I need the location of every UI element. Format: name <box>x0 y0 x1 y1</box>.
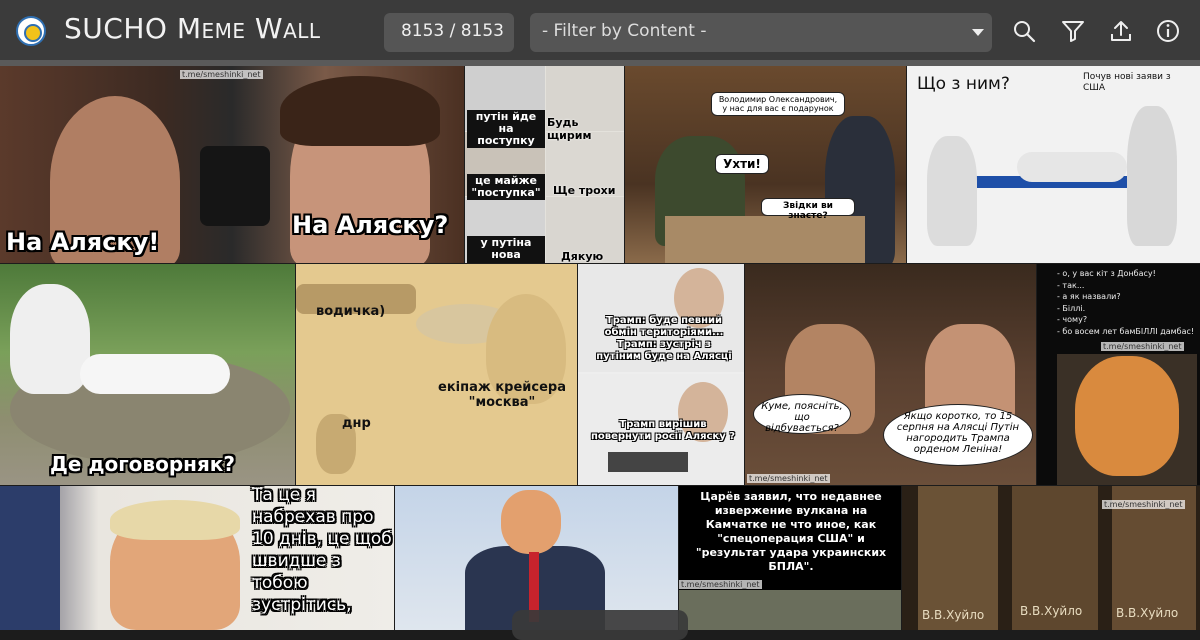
text-line: - о, у вас кіт з Донбасу! <box>1057 269 1156 278</box>
stork-adult <box>10 284 90 394</box>
meme-caption: Що з ним? <box>917 74 1010 94</box>
meme-tile-zelensky-gift[interactable]: Володимир Олександрович, у нас для вас є… <box>625 66 906 263</box>
text-line: - бо восем лет бамБІЛЛІ дамбас! <box>1057 326 1195 336</box>
flag <box>0 486 60 630</box>
speech-bubble: Володимир Олександрович, у нас для вас є… <box>711 92 845 116</box>
trump-hair <box>110 500 240 540</box>
upload-icon[interactable] <box>1108 18 1134 44</box>
speech-bubble: Ухти! <box>715 154 769 174</box>
meme-watermark: t.me/smeshinki_net <box>1102 500 1185 509</box>
meme-tile-trump-open-arms[interactable] <box>395 486 678 630</box>
text-line: - чому? <box>1057 315 1088 324</box>
meme-caption: Та це я набрехав про 10 днів, це щоб шви… <box>252 486 392 615</box>
text-line: - Біллі. <box>1057 303 1086 313</box>
carrier-right <box>1127 106 1177 246</box>
book-title: В.В.Хуйло <box>1020 604 1083 618</box>
meme-tile-cruiser-moskva[interactable]: водичка) екіпаж крейсера "москва" днр <box>296 264 577 485</box>
meme-caption: Трамп вирішив повернути росії Аляску ? <box>590 419 736 442</box>
floating-toolbar[interactable] <box>512 610 688 640</box>
meme-caption: Царёв заявил, что недавнее извержение ву… <box>695 490 887 573</box>
meme-tile-harold-trump[interactable]: Трамп: буде певний обмін територіями... … <box>578 264 744 485</box>
carrier-left <box>927 136 977 246</box>
girl-hair <box>280 76 440 146</box>
meme-tile-kamchatka[interactable]: Царёв заявил, что недавнее извержение ву… <box>679 486 901 630</box>
meme-caption: днр <box>342 416 371 431</box>
meme-watermark: t.me/smeshinki_net <box>747 474 830 483</box>
meme-caption: Де договорняк? <box>50 452 235 476</box>
meme-caption: екіпаж крейсера "москва" <box>438 380 566 410</box>
meme-caption: Будь щирим <box>547 116 592 142</box>
meme-tile-books-khuylo[interactable]: t.me/smeshinki_net В.В.Хуйло В.В.Хуйло В… <box>902 486 1200 630</box>
chevron-down-icon <box>972 29 984 36</box>
info-icon[interactable] <box>1155 18 1181 44</box>
meme-caption: На Аляску! <box>6 228 160 256</box>
speech-bubble: Якщо коротко, то 15 серпня на Алясці Пут… <box>883 404 1033 466</box>
meme-counter: 8153 / 8153 <box>384 13 514 52</box>
cat-head <box>1075 356 1179 476</box>
text-line: - а як назвали? <box>1057 292 1121 301</box>
stork-chicks <box>80 354 230 394</box>
meme-tile-leon-alaska[interactable]: t.me/smeshinki_net На Аляску! На Аляску? <box>0 66 464 263</box>
photo-strip <box>679 590 901 630</box>
sucho-logo[interactable] <box>16 16 46 46</box>
meme-watermark: t.me/smeshinki_net <box>180 70 263 79</box>
patient <box>1017 152 1127 182</box>
meme-tile-what-with-him[interactable]: Що з ним? Почув нові заяви з США <box>907 66 1200 263</box>
speech-bubble: Куме, поясніть, що відбувається? <box>753 394 851 434</box>
filter-icon[interactable] <box>1060 18 1086 44</box>
meme-caption: На Аляску? <box>292 211 449 239</box>
laptop <box>608 452 688 472</box>
top-bar: SUCHO Meme Wall 8153 / 8153 - Filter by … <box>0 0 1200 60</box>
desk-papers <box>665 216 865 263</box>
page-title: SUCHO Meme Wall <box>64 12 321 45</box>
meme-tile-putin-concessions[interactable]: путін йде на поступку Будь щирим це майж… <box>465 66 624 263</box>
meme-caption: Почув нові заяви з США <box>1083 72 1171 93</box>
meme-caption: водичка) <box>316 304 386 319</box>
speech-bubble: Звідки ви знаєте? <box>761 198 855 221</box>
meme-caption: це майже "поступка" <box>467 174 545 200</box>
text-line: - так... <box>1057 280 1085 290</box>
meme-watermark: t.me/smeshinki_net <box>679 580 762 589</box>
search-icon[interactable] <box>1011 18 1037 44</box>
book-title: В.В.Хуйло <box>922 608 985 622</box>
meme-caption: Ще трохи <box>553 184 616 197</box>
book-title: В.В.Хуйло <box>1116 606 1179 620</box>
meme-caption: путін йде на поступку <box>467 110 545 148</box>
filter-select-label: - Filter by Content - <box>542 21 707 41</box>
meme-tile-kume-explain[interactable]: Куме, поясніть, що відбувається? Якщо ко… <box>745 264 1036 485</box>
meme-caption: у путіна нова вимога <box>467 236 545 263</box>
meme-caption: Трамп: буде певний обмін територіями... … <box>596 315 732 362</box>
meme-caption: Дякую <box>561 250 604 263</box>
meme-tile-storks[interactable]: Де договорняк? <box>0 264 295 485</box>
meme-tile-cat-donbass[interactable]: - о, у вас кіт з Донбасу! - так... - а я… <box>1037 264 1200 485</box>
meme-text-block: - о, у вас кіт з Донбасу! - так... - а я… <box>1057 268 1197 337</box>
logo-emblem <box>24 24 42 42</box>
rifle-scope <box>200 146 270 226</box>
content-filter-select[interactable]: - Filter by Content - <box>530 13 992 52</box>
meme-watermark: t.me/smeshinki_net <box>1101 342 1184 351</box>
meme-tile-trump-phone[interactable]: Та це я набрехав про 10 днів, це щоб шви… <box>0 486 394 630</box>
trump-head <box>501 490 561 554</box>
